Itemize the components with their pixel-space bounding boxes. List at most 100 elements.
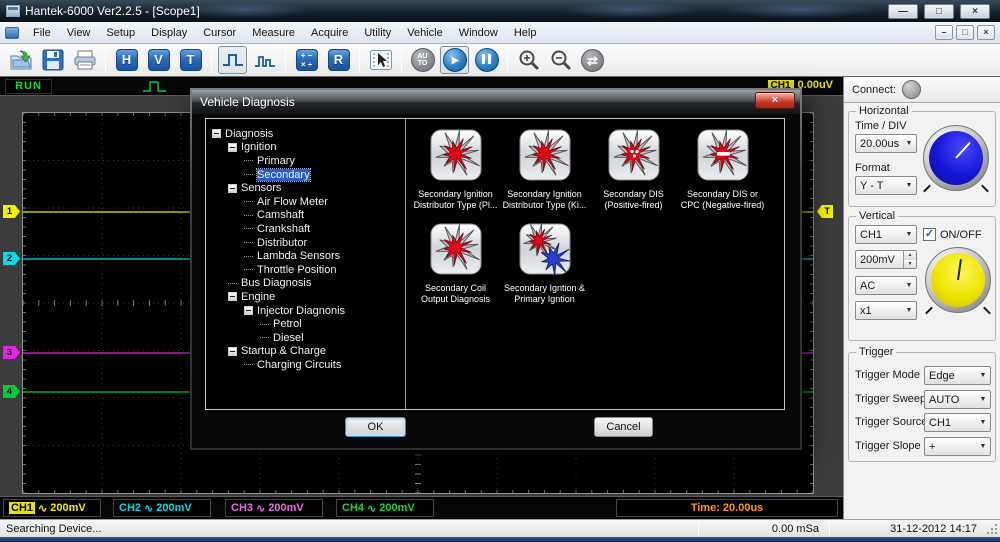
resize-grip[interactable] — [985, 520, 1000, 537]
vertical-menu-button[interactable]: V — [144, 46, 173, 74]
tree-item-bus-diagnosis[interactable]: Bus Diagnosis — [206, 277, 405, 291]
trigger-slope-select[interactable]: +▼ — [924, 437, 991, 456]
close-button[interactable]: × — [960, 4, 990, 19]
tree-item-distributor[interactable]: Distributor — [206, 236, 405, 250]
collapse-icon[interactable] — [228, 184, 237, 193]
tree-item-throttle-position[interactable]: Throttle Position — [206, 263, 405, 277]
cancel-button[interactable]: Cancel — [594, 417, 653, 437]
maximize-button[interactable]: □ — [924, 4, 954, 19]
refresh-button[interactable]: ⇄ — [578, 46, 607, 74]
vehicle-test-item-1[interactable]: Secondary IgnitionDistributor Type (Pl..… — [411, 129, 500, 223]
format-select[interactable]: Y - T ▼ — [855, 176, 917, 195]
menu-item-measure[interactable]: Measure — [244, 24, 303, 42]
volts-spinner[interactable]: 200mV ▲▼ — [855, 250, 917, 269]
onoff-checkbox[interactable]: ✓ — [923, 228, 936, 241]
vertical-knob[interactable] — [925, 247, 991, 313]
chevron-down-icon: ▼ — [976, 419, 990, 426]
dialog-close-button[interactable]: × — [755, 92, 795, 109]
save-button[interactable] — [38, 46, 67, 74]
coupling-select[interactable]: AC ▼ — [855, 276, 917, 295]
menu-item-setup[interactable]: Setup — [98, 24, 143, 42]
connect-indicator[interactable] — [902, 80, 921, 99]
mdi-minimize-button[interactable]: – — [935, 25, 953, 40]
ch2-marker[interactable]: 2 — [3, 252, 20, 265]
collapse-icon[interactable] — [228, 143, 237, 152]
open-file-button[interactable] — [6, 46, 35, 74]
ch1-marker[interactable]: 1 — [3, 205, 20, 218]
tree-item-secondary[interactable]: Secondary — [206, 168, 405, 182]
minimize-button[interactable]: — — [888, 4, 918, 19]
menu-item-file[interactable]: File — [25, 24, 59, 42]
zoom-out-button[interactable] — [546, 46, 575, 74]
dialog-title-bar[interactable]: Vehicle Diagnosis × — [192, 90, 800, 114]
tree-item-label: Air Flow Meter — [257, 196, 328, 208]
pause-button[interactable] — [472, 46, 501, 74]
run-button[interactable]: ▶ — [440, 46, 469, 74]
menu-item-cursor[interactable]: Cursor — [195, 24, 244, 42]
pause-icon — [475, 48, 499, 72]
spinner-down-icon[interactable]: ▼ — [904, 260, 916, 269]
menu-item-acquire[interactable]: Acquire — [303, 24, 356, 42]
collapse-icon[interactable] — [228, 292, 237, 301]
tree-item-injector-diagnonis[interactable]: Injector Diagnonis — [206, 304, 405, 318]
vehicle-test-item-6[interactable]: Secondary Igntion &Primary Igntion — [500, 223, 589, 317]
tree-item-diagnosis[interactable]: Diagnosis — [206, 127, 405, 141]
trigger-mode-select[interactable]: Edge▼ — [924, 366, 991, 385]
tree-item-camshaft[interactable]: Camshaft — [206, 209, 405, 223]
cursor-measure-button[interactable] — [366, 46, 395, 74]
vehicle-test-item-5[interactable]: Secondary CoilOutput Diagnosis — [411, 223, 500, 317]
coupling-icon: ∿ — [38, 502, 47, 515]
tree-item-crankshaft[interactable]: Crankshaft — [206, 222, 405, 236]
ok-button[interactable]: OK — [345, 417, 406, 437]
single-pulse-button[interactable] — [218, 46, 247, 74]
mdi-restore-button[interactable]: □ — [956, 25, 974, 40]
vehicle-test-item-2[interactable]: Secondary IgnitionDistributor Type (Ki..… — [500, 129, 589, 223]
tree-item-sensors[interactable]: Sensors — [206, 181, 405, 195]
trigger-level-marker[interactable]: T — [817, 205, 833, 218]
vehicle-test-item-3[interactable]: Secondary DIS(Positive-fired) — [589, 129, 678, 223]
tree-item-ignition[interactable]: Ignition — [206, 141, 405, 155]
pulse-train-button[interactable] — [250, 46, 279, 74]
menu-item-vehicle[interactable]: Vehicle — [399, 24, 450, 42]
tree-connector — [260, 337, 269, 338]
print-button[interactable] — [70, 46, 99, 74]
tree-item-diesel[interactable]: Diesel — [206, 331, 405, 345]
collapse-icon[interactable] — [244, 306, 253, 315]
zoom-in-button[interactable] — [514, 46, 543, 74]
autoset-button[interactable]: AUTO — [408, 46, 437, 74]
ch3-status[interactable]: CH3∿200mV — [225, 499, 323, 517]
collapse-icon[interactable] — [212, 129, 221, 138]
timebase-select[interactable]: 20.00us ▼ — [855, 134, 917, 153]
tree-item-lambda-sensors[interactable]: Lambda Sensors — [206, 249, 405, 263]
spinner-up-icon[interactable]: ▲ — [904, 251, 916, 260]
vehicle-test-item-4[interactable]: Secondary DIS orCPC (Negative-fired) — [678, 129, 767, 223]
collapse-icon[interactable] — [228, 347, 237, 356]
tree-item-startup-charge[interactable]: Startup & Charge — [206, 345, 405, 359]
math-button[interactable]: + −× ÷ — [292, 46, 321, 74]
reference-button[interactable]: R — [324, 46, 353, 74]
ch4-marker[interactable]: 4 — [3, 385, 20, 398]
tree-item-primary[interactable]: Primary — [206, 154, 405, 168]
trigger-sweep-select[interactable]: AUTO▼ — [924, 390, 991, 409]
menu-item-window[interactable]: Window — [451, 24, 506, 42]
horizontal-menu-button[interactable]: H — [112, 46, 141, 74]
tree-item-engine[interactable]: Engine — [206, 290, 405, 304]
ch4-status[interactable]: CH4∿200mV — [336, 499, 434, 517]
spark-red-blue-icon — [519, 223, 571, 280]
probe-select[interactable]: x1 ▼ — [855, 301, 917, 320]
ch3-marker[interactable]: 3 — [3, 346, 20, 359]
trigger-source-select[interactable]: CH1▼ — [924, 413, 991, 432]
mdi-close-button[interactable]: × — [977, 25, 995, 40]
channel-select[interactable]: CH1 ▼ — [855, 225, 917, 244]
ch1-status[interactable]: CH1∿200mV — [3, 499, 101, 517]
tree-item-petrol[interactable]: Petrol — [206, 317, 405, 331]
tree-item-air-flow-meter[interactable]: Air Flow Meter — [206, 195, 405, 209]
tree-item-charging-circuits[interactable]: Charging Circuits — [206, 358, 405, 372]
horizontal-knob[interactable] — [923, 125, 989, 191]
ch2-status[interactable]: CH2∿200mV — [113, 499, 211, 517]
menu-item-view[interactable]: View — [59, 24, 99, 42]
menu-item-utility[interactable]: Utility — [356, 24, 399, 42]
menu-item-help[interactable]: Help — [506, 24, 545, 42]
trigger-menu-button[interactable]: T — [176, 46, 205, 74]
menu-item-display[interactable]: Display — [143, 24, 195, 42]
